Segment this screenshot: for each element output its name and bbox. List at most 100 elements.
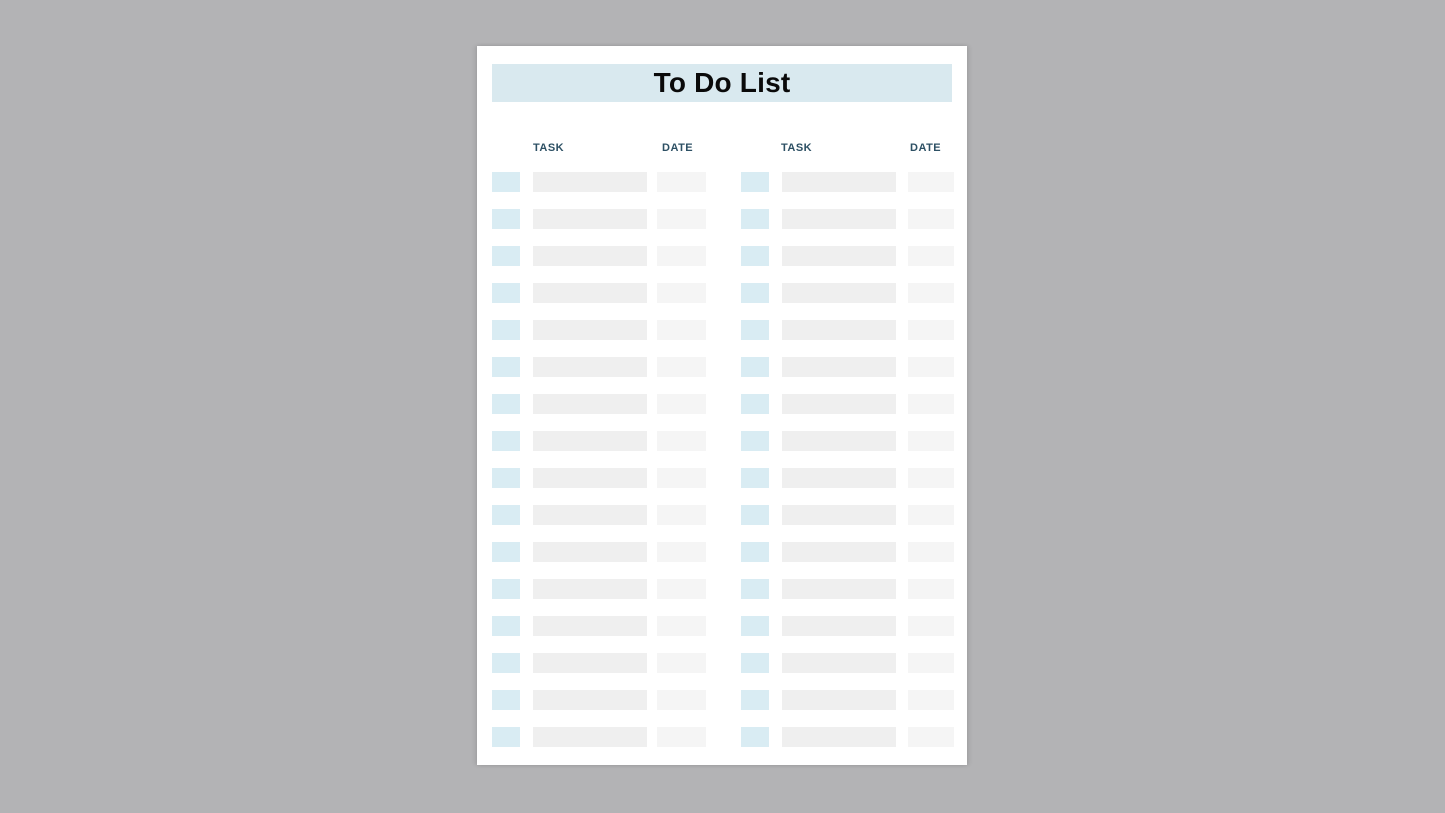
task-input[interactable] [782, 209, 896, 229]
task-input[interactable] [782, 690, 896, 710]
checkbox-icon[interactable] [492, 468, 520, 488]
date-input[interactable] [908, 579, 954, 599]
date-input[interactable] [908, 320, 954, 340]
date-input[interactable] [908, 505, 954, 525]
checkbox-icon[interactable] [492, 616, 520, 636]
date-input[interactable] [908, 468, 954, 488]
task-input[interactable] [782, 320, 896, 340]
date-input[interactable] [908, 616, 954, 636]
checkbox-icon[interactable] [741, 320, 769, 340]
date-input[interactable] [908, 209, 954, 229]
checkbox-icon[interactable] [492, 209, 520, 229]
task-input[interactable] [533, 579, 647, 599]
task-input[interactable] [533, 690, 647, 710]
task-input[interactable] [533, 727, 647, 747]
checkbox-icon[interactable] [492, 246, 520, 266]
checkbox-icon[interactable] [741, 727, 769, 747]
date-input[interactable] [657, 357, 706, 377]
date-input[interactable] [657, 579, 706, 599]
task-input[interactable] [533, 468, 647, 488]
task-input[interactable] [782, 727, 896, 747]
date-input[interactable] [657, 209, 706, 229]
date-input[interactable] [657, 394, 706, 414]
checkbox-icon[interactable] [492, 653, 520, 673]
date-input[interactable] [657, 468, 706, 488]
task-input[interactable] [533, 172, 647, 192]
checkbox-icon[interactable] [492, 394, 520, 414]
checkbox-icon[interactable] [741, 468, 769, 488]
checkbox-icon[interactable] [492, 431, 520, 451]
task-input[interactable] [533, 653, 647, 673]
date-input[interactable] [657, 431, 706, 451]
date-input[interactable] [657, 653, 706, 673]
checkbox-icon[interactable] [741, 357, 769, 377]
date-input[interactable] [908, 246, 954, 266]
date-input[interactable] [657, 542, 706, 562]
task-input[interactable] [782, 616, 896, 636]
task-input[interactable] [782, 357, 896, 377]
task-input[interactable] [533, 394, 647, 414]
task-input[interactable] [533, 209, 647, 229]
date-input[interactable] [657, 616, 706, 636]
task-input[interactable] [782, 468, 896, 488]
checkbox-icon[interactable] [492, 357, 520, 377]
date-input[interactable] [657, 172, 706, 192]
checkbox-icon[interactable] [492, 690, 520, 710]
date-input[interactable] [908, 431, 954, 451]
task-input[interactable] [533, 320, 647, 340]
task-input[interactable] [533, 283, 647, 303]
date-input[interactable] [908, 690, 954, 710]
checkbox-icon[interactable] [492, 283, 520, 303]
date-input[interactable] [657, 690, 706, 710]
checkbox-icon[interactable] [741, 690, 769, 710]
date-input[interactable] [908, 357, 954, 377]
checkbox-icon[interactable] [741, 209, 769, 229]
date-input[interactable] [657, 320, 706, 340]
task-row [477, 209, 967, 246]
task-input[interactable] [782, 653, 896, 673]
date-input[interactable] [657, 505, 706, 525]
checkbox-icon[interactable] [492, 172, 520, 192]
task-input[interactable] [533, 246, 647, 266]
date-input[interactable] [657, 727, 706, 747]
checkbox-icon[interactable] [741, 431, 769, 451]
column-header-date-right: DATE [910, 142, 942, 154]
task-input[interactable] [782, 431, 896, 451]
task-input[interactable] [782, 283, 896, 303]
task-input[interactable] [533, 505, 647, 525]
checkbox-icon[interactable] [741, 283, 769, 303]
date-input[interactable] [908, 542, 954, 562]
checkbox-icon[interactable] [492, 727, 520, 747]
date-input[interactable] [657, 283, 706, 303]
checkbox-icon[interactable] [492, 542, 520, 562]
task-input[interactable] [782, 246, 896, 266]
task-input[interactable] [782, 172, 896, 192]
checkbox-icon[interactable] [741, 579, 769, 599]
column-header-row: TASK DATE TASK DATE [477, 140, 967, 156]
task-input[interactable] [533, 616, 647, 636]
date-input[interactable] [908, 283, 954, 303]
checkbox-icon[interactable] [492, 579, 520, 599]
task-input[interactable] [782, 505, 896, 525]
task-input[interactable] [533, 542, 647, 562]
checkbox-icon[interactable] [741, 505, 769, 525]
checkbox-icon[interactable] [741, 653, 769, 673]
checkbox-icon[interactable] [741, 246, 769, 266]
task-input[interactable] [533, 431, 647, 451]
date-input[interactable] [908, 653, 954, 673]
task-input[interactable] [782, 579, 896, 599]
checkbox-icon[interactable] [741, 394, 769, 414]
task-input[interactable] [782, 394, 896, 414]
checkbox-icon[interactable] [741, 616, 769, 636]
checkbox-icon[interactable] [741, 172, 769, 192]
date-input[interactable] [908, 394, 954, 414]
date-input[interactable] [908, 727, 954, 747]
task-row [477, 579, 967, 616]
checkbox-icon[interactable] [492, 505, 520, 525]
task-input[interactable] [533, 357, 647, 377]
checkbox-icon[interactable] [741, 542, 769, 562]
task-input[interactable] [782, 542, 896, 562]
date-input[interactable] [657, 246, 706, 266]
checkbox-icon[interactable] [492, 320, 520, 340]
date-input[interactable] [908, 172, 954, 192]
